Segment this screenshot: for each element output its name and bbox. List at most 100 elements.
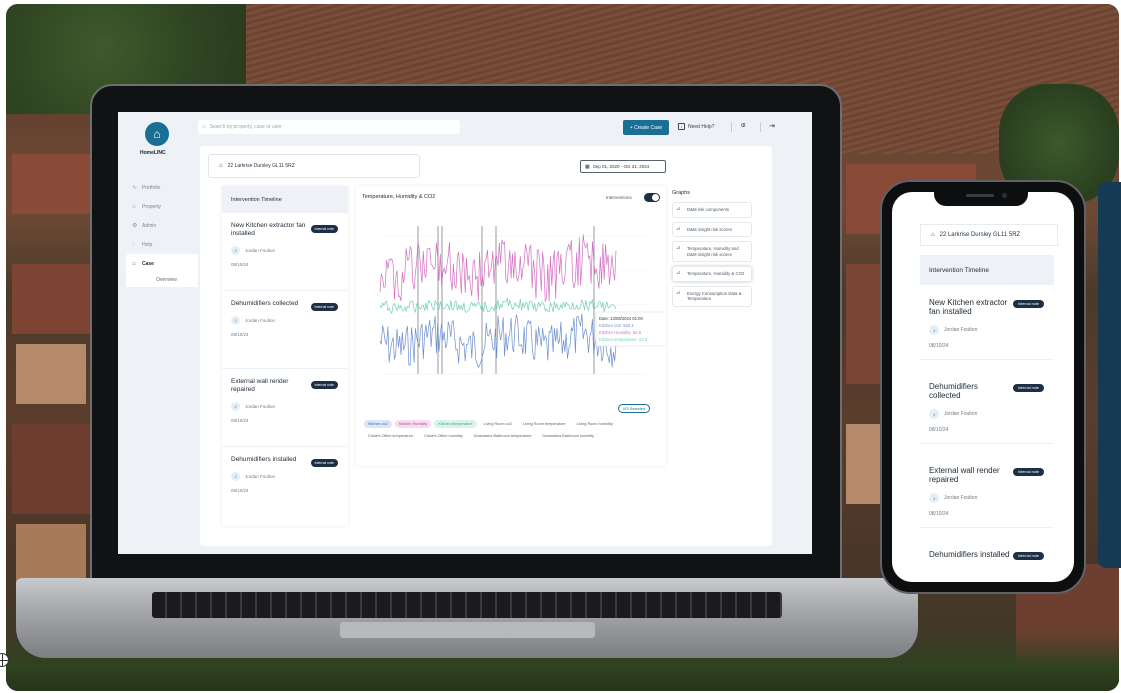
legend-item[interactable]: Living Room co2: [480, 420, 516, 428]
timeline-item[interactable]: Dehumidifiers collected Internal note JJ…: [222, 291, 348, 369]
trend-icon: ∿: [132, 185, 138, 191]
legend-item[interactable]: Living Room temperature: [519, 420, 570, 428]
legend-item[interactable]: Kitchen co2: [364, 420, 392, 428]
legend-item[interactable]: Kitchen Humidity: [394, 420, 432, 428]
graph-option[interactable]: ⊿ D&M insight risk scores: [672, 221, 752, 237]
internal-note-badge: Internal note: [1012, 384, 1044, 392]
phone-speaker: [966, 194, 994, 197]
graph-option-label: D&M risk components: [687, 207, 730, 212]
chart-icon: ⊿: [676, 270, 681, 276]
tooltip-date: Date: 13/08/2024 01:00: [599, 316, 643, 321]
user-name: Jordan Foulton: [245, 248, 276, 253]
internal-note-badge: Internal note: [1012, 468, 1044, 476]
internal-note-badge: Internal note: [310, 225, 338, 233]
timeline-item-title: Dehumidifiers collected: [231, 300, 299, 307]
timeline-date: 08/10/24: [929, 511, 949, 517]
user-name: Jordan Foulton: [245, 318, 276, 323]
timeline-item[interactable]: New Kitchen extractor fan installed Inte…: [222, 213, 348, 291]
tooltip-co2: Kitchen co2: 520.1: [599, 323, 634, 328]
create-case-button[interactable]: + Create Case: [623, 120, 669, 135]
sidebar-subitem-overview[interactable]: Overview: [126, 273, 198, 287]
chart-series: [379, 234, 617, 369]
divider: [731, 122, 732, 132]
house-icon: ⌂: [219, 163, 223, 169]
sidebar-item-help[interactable]: ◌ Help: [126, 235, 198, 254]
chart-tooltip: Date: 13/08/2024 01:00 Kitchen co2: 520.…: [595, 311, 666, 347]
chart-card: Temperature, Humidity & CO2 Intervention…: [356, 186, 666, 466]
graph-option-label: Temperature, Humidity and D&M insight ri…: [687, 246, 739, 257]
timeline-item-title: New Kitchen extractor fan installed: [929, 298, 1008, 316]
laptop-base: [16, 578, 918, 658]
chart-title: Temperature, Humidity & CO2: [362, 194, 436, 200]
property-address: ⌂ 22 Larkrise Dursley GL11 5RZ: [208, 154, 420, 178]
legend-item[interactable]: Downstairs Bathroom humidity: [538, 432, 598, 440]
timeline-header: Intervention Timeline: [222, 186, 348, 213]
phone-property-address: ⌂ 22 Larkrise Dursley GL11 5RZ: [920, 224, 1058, 246]
sidebar-item-label: Admin: [142, 222, 157, 229]
legend-item[interactable]: Chloe's Office humidity: [420, 432, 467, 440]
help-icon: ◌: [132, 241, 136, 248]
sidebar-item-admin[interactable]: ⚙ Admin: [126, 216, 198, 235]
phone-timeline-item[interactable]: External wall render repaired Internal n…: [920, 456, 1054, 528]
timeline-user: J Jordan Foulton: [929, 409, 1045, 419]
timeline-item-title: External wall render repaired: [929, 466, 1000, 484]
timeline-item-title: New Kitchen extractor fan installed: [231, 222, 306, 237]
house-icon: ⌂: [931, 232, 935, 238]
need-help-button[interactable]: i Need Help?: [678, 123, 714, 130]
user-name: Jordan Foulton: [944, 411, 978, 417]
internal-note-badge: Internal note: [310, 381, 338, 389]
chart-icon: ⊿: [676, 245, 681, 251]
legend-item[interactable]: Kitchen temperature: [434, 420, 477, 428]
timeline-user: J Jordan Foulton: [929, 493, 1045, 503]
sidebar-item-portfolio[interactable]: ∿ Portfolio: [126, 178, 198, 197]
case-icon: ⌂: [132, 260, 136, 267]
house-roof: [12, 264, 92, 334]
internal-note-badge: Internal note: [1012, 300, 1044, 308]
graph-option[interactable]: ⊿ Temperature, Humidity and D&M insight r…: [672, 241, 752, 262]
date-range-picker[interactable]: ▦ Sep 01, 2020 - Oct 31, 2024: [580, 160, 666, 173]
sidebar-item-property[interactable]: ⌂ Property: [126, 197, 198, 216]
sidebar-item-case[interactable]: ⌂ Case: [126, 254, 198, 273]
user-icon: J: [231, 246, 240, 255]
home-logo-icon[interactable]: ⌂: [145, 122, 169, 146]
legend-item[interactable]: Chloe's Office temperature: [364, 432, 417, 440]
translate-icon[interactable]: ⱷ: [741, 122, 746, 129]
graph-option-label: Energy Consumption Data & Temperature: [687, 290, 742, 302]
phone-timeline-header: Intervention Timeline: [920, 255, 1054, 285]
legend-item[interactable]: Living Room humidity: [572, 420, 616, 428]
legend-item[interactable]: Downstairs Bathroom temperature: [470, 432, 536, 440]
chart-plot[interactable]: Date: 13/08/2024 01:00 Kitchen co2: 520.…: [356, 206, 666, 402]
sidebar-nav: ∿ Portfolio ⌂ Property ⚙ Admin ◌ Help ⌂ Case …: [126, 178, 198, 287]
phone-timeline-item[interactable]: New Kitchen extractor fan installed Inte…: [920, 288, 1054, 360]
divider: [760, 122, 761, 132]
internal-note-badge: Internal note: [310, 303, 338, 311]
phone-timeline-item[interactable]: Dehumidifiers installed Internal note: [920, 540, 1054, 569]
phone-timeline-item[interactable]: Dehumidifiers collected Internal note JJ…: [920, 372, 1054, 444]
user-icon: J: [929, 409, 939, 419]
user-icon: J: [929, 493, 939, 503]
user-icon: J: [231, 316, 240, 325]
tooltip-humidity: Kitchen Humidity: 54.8: [599, 330, 642, 335]
brand-name: HomeLINC: [140, 150, 166, 156]
timeline-item[interactable]: Dehumidifiers installed Internal note JJ…: [222, 447, 348, 525]
need-help-label: Need Help?: [688, 124, 715, 130]
timeline-item[interactable]: External wall render repaired Internal n…: [222, 369, 348, 447]
timeline-user: J Jordan Foulton: [231, 472, 340, 481]
timeline-date: 08/10/24: [929, 343, 949, 349]
logout-icon[interactable]: ⇥: [769, 122, 775, 130]
user-icon: J: [231, 402, 240, 411]
graph-option[interactable]: ⊿ Energy Consumption Data & Temperature: [672, 285, 752, 307]
gear-icon: ⚙: [132, 223, 138, 229]
user-name: Jordan Foulton: [245, 404, 276, 409]
graph-option-active[interactable]: ⊿ Temperature, Humidity & CO2: [672, 266, 752, 282]
address-text: 22 Larkrise Dursley GL11 5RZ: [939, 232, 1021, 238]
graph-option[interactable]: ⊿ D&M risk components: [672, 202, 752, 218]
laptop-keyboard: [152, 592, 782, 618]
series-select-button[interactable]: 0/3 Selected: [618, 404, 651, 413]
internal-note-badge: Internal note: [1012, 552, 1044, 560]
user-name: Jordan Foulton: [944, 327, 978, 333]
interventions-toggle[interactable]: [644, 193, 660, 202]
chart-icon: ⊿: [676, 206, 681, 212]
timeline-user: J Jordan Foulton: [231, 316, 340, 325]
search-input[interactable]: ⌂ Search by property, case or user: [198, 120, 460, 134]
